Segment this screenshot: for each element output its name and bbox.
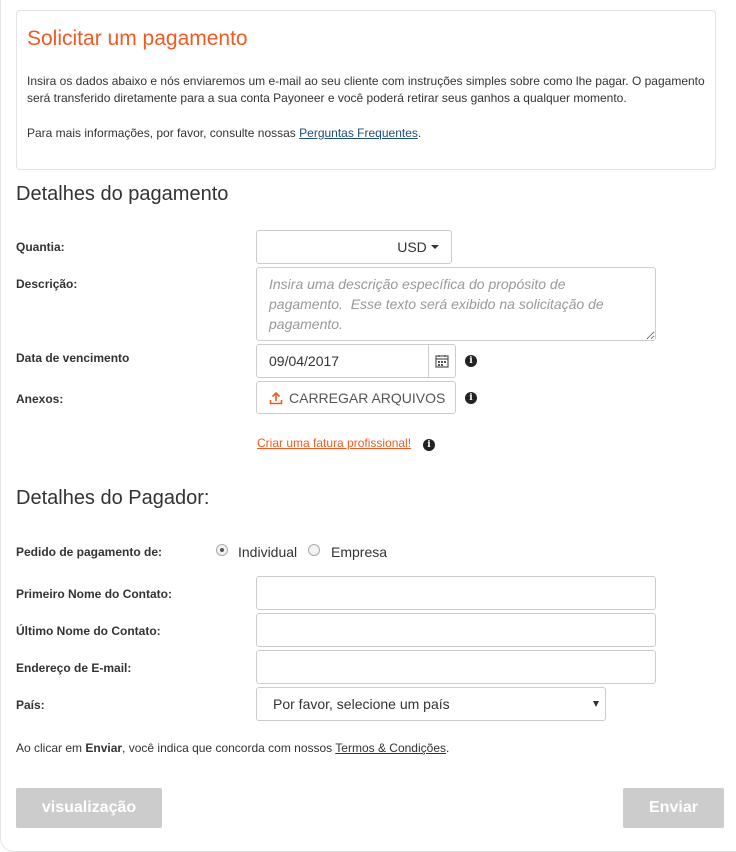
create-invoice-link[interactable]: Criar uma fatura profissional! — [257, 436, 411, 450]
terms-suffix: . — [446, 741, 450, 755]
payment-details-title: Detalhes do pagamento — [16, 183, 229, 205]
intro-panel: Solicitar um pagamento Insira os dados a… — [16, 10, 716, 170]
info-icon[interactable]: i — [423, 439, 435, 451]
terms-middle: , você indica que concorda com nossos — [122, 741, 336, 755]
page-title: Solicitar um pagamento — [27, 27, 248, 50]
payer-details-title: Detalhes do Pagador: — [16, 487, 210, 509]
radio-company[interactable] — [308, 544, 320, 556]
upload-files-button[interactable]: CARREGAR ARQUIVOS — [256, 381, 456, 414]
request-from-label: Pedido de pagamento de: — [16, 545, 163, 559]
email-label: Endereço de E-mail: — [16, 661, 132, 675]
info-icon[interactable]: i — [465, 392, 477, 404]
radio-company-label[interactable]: Empresa — [331, 544, 387, 560]
currency-value: USD — [397, 239, 427, 255]
terms-notice: Ao clicar em Enviar, você indica que con… — [16, 741, 449, 755]
radio-individual[interactable] — [216, 544, 228, 556]
info-icon[interactable]: i — [465, 355, 477, 367]
due-date-input[interactable] — [256, 344, 429, 378]
first-name-input[interactable] — [256, 576, 656, 610]
calendar-button[interactable] — [428, 344, 456, 378]
amount-label: Quantia: — [16, 240, 65, 254]
preview-button[interactable]: visualização — [16, 788, 162, 828]
upload-files-label: CARREGAR ARQUIVOS — [289, 389, 446, 406]
radio-individual-label[interactable]: Individual — [238, 544, 297, 560]
last-name-label: Último Nome do Contato: — [16, 624, 161, 638]
intro-more-info: Para mais informações, por favor, consul… — [27, 125, 421, 142]
country-select[interactable]: Por favor, selecione um país — [256, 687, 606, 721]
currency-dropdown[interactable]: USD — [385, 230, 452, 264]
terms-prefix: Ao clicar em — [16, 741, 86, 755]
description-textarea[interactable] — [256, 267, 656, 341]
calendar-icon — [435, 355, 449, 368]
due-date-label: Data de vencimento — [16, 351, 130, 365]
first-name-label: Primeiro Nome do Contato: — [16, 587, 173, 601]
terms-link[interactable]: Termos & Condições — [335, 741, 446, 755]
email-input[interactable] — [256, 650, 656, 684]
description-label: Descrição: — [16, 277, 78, 291]
country-label: País: — [16, 698, 45, 712]
dropdown-arrow-icon — [593, 701, 599, 707]
upload-icon — [269, 391, 283, 404]
intro-more-prefix: Para mais informações, por favor, consul… — [27, 126, 300, 140]
attachments-label: Anexos: — [16, 392, 64, 406]
faq-link[interactable]: Perguntas Frequentes — [299, 126, 418, 140]
intro-text: Insira os dados abaixo e nós enviaremos … — [27, 74, 705, 105]
country-select-value: Por favor, selecione um país — [273, 696, 450, 712]
last-name-input[interactable] — [256, 613, 656, 647]
amount-input[interactable] — [256, 230, 386, 264]
submit-button[interactable]: Enviar — [623, 788, 724, 828]
chevron-down-icon — [430, 245, 439, 249]
terms-action: Enviar — [85, 741, 123, 755]
intro-more-suffix: . — [417, 126, 422, 140]
